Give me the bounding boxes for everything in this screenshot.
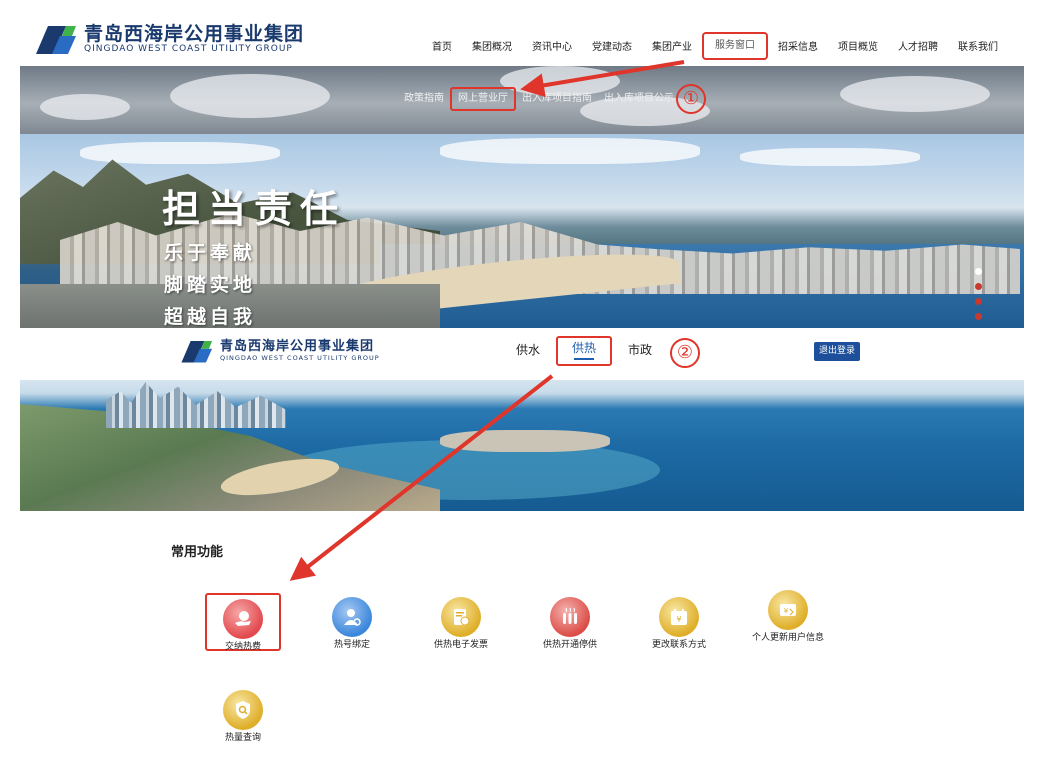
subnav-online-hall[interactable]: 网上营业厅: [450, 87, 516, 111]
city-towers: [106, 382, 286, 428]
tab-heating-label: 供热: [572, 341, 597, 355]
function-label: 个人更新用户信息: [751, 633, 824, 643]
user-link-icon: [332, 597, 372, 637]
hero-slogan-2: 脚踏实地: [164, 274, 257, 296]
nav-contact[interactable]: 联系我们: [948, 38, 1008, 58]
tab-water-supply[interactable]: 供水: [512, 342, 544, 366]
change-contact[interactable]: ¥ 更改联系方式: [634, 597, 724, 651]
logo-mark-icon: [181, 341, 213, 363]
function-label: 热量查询: [224, 733, 261, 743]
company-logo[interactable]: 青岛西海岸公用事业集团 QINGDAO WEST COAST UTILITY G…: [32, 22, 304, 56]
main-nav: 首页 集团概况 资讯中心 党建动态 集团产业 服务窗口 招采信息 项目概览 人才…: [422, 32, 1008, 60]
nav-careers[interactable]: 人才招聘: [888, 38, 948, 58]
cloud-decoration: [840, 76, 990, 112]
section-title: 常用功能: [171, 545, 224, 560]
cloud-decoration: [170, 74, 330, 118]
subnav-project-notice[interactable]: 出入库项目公示: [598, 92, 680, 111]
invoice-icon: [441, 597, 481, 637]
carousel-indicators: [975, 268, 982, 328]
nav-procurement[interactable]: 招采信息: [768, 38, 828, 58]
heating-start-stop[interactable]: 供热开通停供: [525, 597, 615, 651]
pier: [440, 430, 610, 452]
update-user-info[interactable]: ¥ 个人更新用户信息: [743, 590, 833, 644]
nav-group-overview[interactable]: 集团概况: [462, 38, 522, 58]
radiator-icon: [550, 597, 590, 637]
logo-text-en: QINGDAO WEST COAST UTILITY GROUP: [84, 43, 293, 54]
hero-slogan-main: 担当责任: [162, 187, 347, 231]
step-marker-2: ②: [670, 338, 700, 368]
bind-heating-account[interactable]: 热号绑定: [307, 597, 397, 651]
company-logo-small[interactable]: 青岛西海岸公用事业集团 QINGDAO WEST COAST UTILITY G…: [178, 338, 380, 364]
step-marker-1: ①: [676, 84, 706, 114]
search-shield-icon: [223, 690, 263, 730]
bay-banner-image: [20, 380, 1024, 511]
wallet-yen-icon: ¥: [768, 590, 808, 630]
svg-text:¥: ¥: [784, 607, 789, 615]
subnav-policy-guide[interactable]: 政策指南: [398, 92, 450, 111]
carousel-dot[interactable]: [975, 283, 982, 290]
tab-municipal[interactable]: 市政: [624, 342, 656, 366]
logo-text-cn: 青岛西海岸公用事业集团: [84, 22, 305, 45]
nav-party-news[interactable]: 党建动态: [582, 38, 642, 58]
carousel-dot[interactable]: [975, 313, 982, 320]
heat-query[interactable]: 热量查询: [198, 690, 288, 744]
calendar-yen-icon: ¥: [659, 597, 699, 637]
top-header: 青岛西海岸公用事业集团 QINGDAO WEST COAST UTILITY G…: [0, 0, 1050, 66]
payment-icon: [223, 599, 263, 639]
tab-heating[interactable]: 供热: [556, 336, 613, 366]
heating-e-invoice[interactable]: 供热电子发票: [416, 597, 506, 651]
hero-slogan-3: 超越自我: [164, 306, 257, 328]
carousel-dot[interactable]: [975, 268, 982, 275]
nav-news-center[interactable]: 资讯中心: [522, 38, 582, 58]
logo-text-cn: 青岛西海岸公用事业集团: [220, 338, 375, 354]
function-label: 更改联系方式: [651, 640, 706, 650]
function-label: 交纳热费: [224, 642, 261, 652]
nav-service-window[interactable]: 服务窗口: [702, 32, 768, 60]
cloud-decoration: [80, 142, 280, 164]
pay-heating-fee[interactable]: 交纳热费: [205, 593, 281, 652]
active-tab-underline: [574, 358, 595, 360]
carousel-dot[interactable]: [975, 298, 982, 305]
nav-projects[interactable]: 项目概览: [828, 38, 888, 58]
function-label: 供热电子发票: [433, 640, 488, 650]
utility-tabs: 供水 供热 市政: [512, 336, 668, 366]
service-header: 青岛西海岸公用事业集团 QINGDAO WEST COAST UTILITY G…: [0, 328, 1050, 380]
logout-button[interactable]: 退出登录: [814, 342, 860, 361]
subnav-project-guide[interactable]: 出入库项目指南: [516, 92, 598, 111]
logo-text-en: QINGDAO WEST COAST UTILITY GROUP: [220, 353, 380, 362]
function-label: 热号绑定: [333, 640, 370, 650]
cloud-decoration: [440, 138, 700, 164]
logo-mark-icon: [32, 22, 78, 56]
cloud-decoration: [40, 94, 130, 120]
service-subnav: 政策指南 网上营业厅 出入库项目指南 出入库项目公示: [20, 66, 1024, 134]
hero-slogan-1: 乐于奉献: [164, 242, 257, 264]
nav-group-industry[interactable]: 集团产业: [642, 38, 702, 58]
cloud-decoration: [740, 148, 920, 166]
svg-text:¥: ¥: [676, 615, 681, 624]
function-label: 供热开通停供: [542, 640, 597, 650]
hero-banner: 担当责任 乐于奉献 脚踏实地 超越自我: [20, 134, 1024, 328]
nav-home[interactable]: 首页: [422, 38, 462, 58]
